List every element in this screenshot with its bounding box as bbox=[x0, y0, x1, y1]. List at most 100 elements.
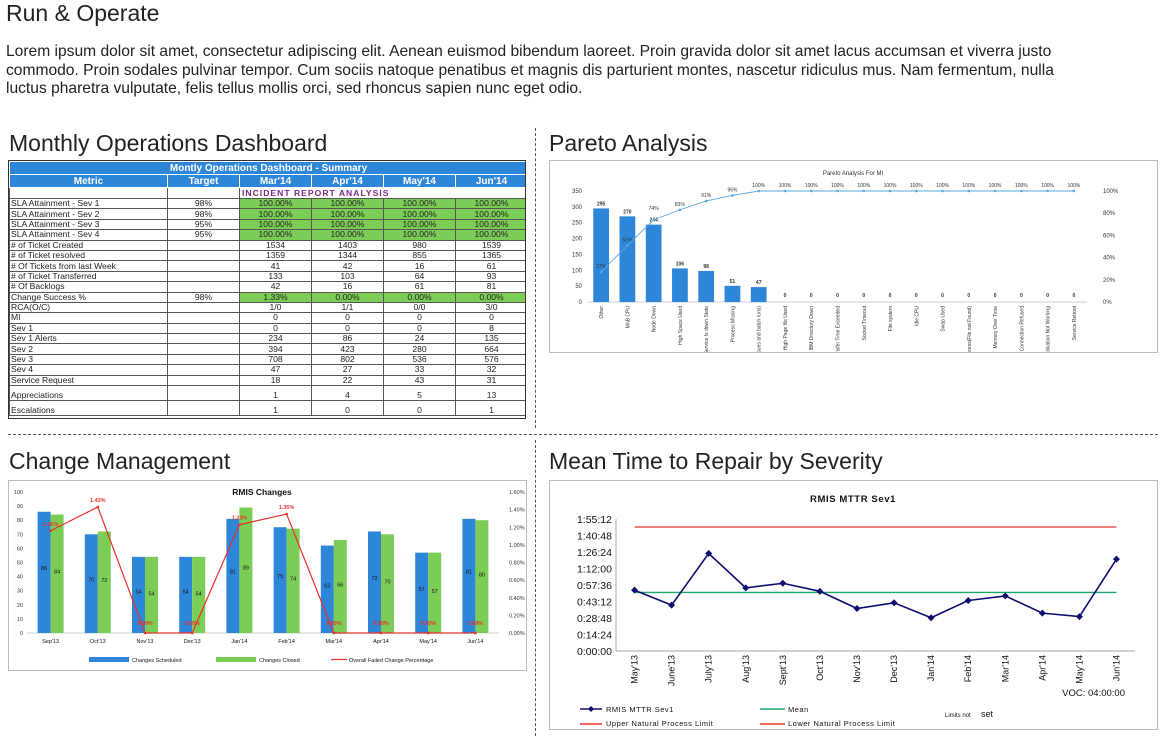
pareto-bar bbox=[593, 208, 610, 302]
failed-pct-point bbox=[143, 631, 147, 635]
failed-pct-point bbox=[96, 505, 99, 509]
table-cell: 0 bbox=[311, 322, 384, 335]
failed-pct-label: 0.00% bbox=[326, 621, 342, 627]
y-tick-label: 50 bbox=[575, 284, 582, 290]
table-cell: 1365 bbox=[454, 249, 525, 262]
column-header: Target bbox=[167, 174, 240, 188]
metric-label: Escalations bbox=[9, 400, 168, 417]
metric-label: SLA Attainment - Sev 3 bbox=[9, 218, 168, 231]
y-tick-label: 1:55:12 bbox=[577, 514, 612, 526]
table-cell: 18 bbox=[239, 374, 312, 387]
y-tick-label: 10 bbox=[17, 617, 23, 623]
y-tick-label: 0 bbox=[20, 631, 23, 637]
table-cell: 0 bbox=[383, 400, 456, 417]
y2-tick-label: 0.00% bbox=[509, 631, 525, 637]
table-cell: 394 bbox=[239, 343, 312, 355]
table-row: SLA Attainment - Sev 3 95% 100.00% 100.00% 1… bbox=[9, 218, 525, 231]
table-cell: 100.00% bbox=[454, 208, 525, 220]
table-cell: 95% bbox=[167, 218, 240, 231]
table-row: SLA Attainment - Sev 2 98% 100.00% 100.00% 1… bbox=[9, 208, 525, 220]
table-cell: 41 bbox=[239, 260, 312, 272]
y2-tick-label: 0.80% bbox=[509, 561, 525, 567]
pareto-bar bbox=[619, 216, 636, 302]
table-cell: 0 bbox=[239, 312, 312, 324]
table-cell: 1534 bbox=[239, 239, 312, 251]
table-cell: 1/0 bbox=[239, 301, 312, 314]
category-label: Dec'13 bbox=[184, 639, 201, 645]
column-header: Mar'14 bbox=[239, 174, 312, 188]
table-cell bbox=[167, 374, 240, 387]
column-header: Apr'14 bbox=[311, 174, 384, 188]
y-tick-label: 1:12:00 bbox=[577, 563, 612, 575]
category-label: High Page file Used bbox=[783, 306, 789, 350]
category-label: Service Is down State bbox=[704, 306, 710, 352]
failed-pct-label: 0.00% bbox=[137, 621, 153, 627]
mttr-chart: RMIS MTTR Sev1 0:00:00 0:14:24 0:28:48 0:43:… bbox=[549, 480, 1158, 730]
table-cell: 16 bbox=[383, 260, 456, 272]
category-label: Error in process(File not Found) bbox=[967, 306, 973, 352]
table-cell bbox=[167, 270, 240, 283]
failed-pct-point bbox=[238, 523, 241, 526]
table-cell: 98% bbox=[167, 197, 240, 210]
table-cell: 1 bbox=[454, 400, 525, 417]
table-cell: 27 bbox=[311, 364, 384, 376]
table-cell: 98% bbox=[167, 291, 240, 303]
category-label: Transfer Time Exceeded bbox=[836, 306, 842, 352]
cumulative-label: 74% bbox=[649, 206, 660, 212]
mttr-line bbox=[634, 552, 1118, 619]
table-cell: 13 bbox=[454, 385, 525, 402]
table-cell: 802 bbox=[311, 353, 384, 366]
bar-value-label: 98 bbox=[703, 264, 709, 270]
table-cell: 100.00% bbox=[311, 229, 384, 241]
table-cell: 0 bbox=[239, 322, 312, 335]
scheduled-value: 81 bbox=[466, 570, 472, 576]
legend-closed: Changes Closed bbox=[259, 658, 300, 664]
category-label: May'13 bbox=[630, 655, 640, 684]
bar-value-label: 0 bbox=[915, 293, 918, 299]
table-row: Escalations 1 0 0 1 bbox=[9, 400, 525, 417]
divider-horizontal bbox=[8, 434, 1158, 435]
table-cell: 100.00% bbox=[383, 208, 456, 220]
category-label: Aug'13 bbox=[741, 655, 751, 683]
table-cell: 0.00% bbox=[311, 291, 384, 303]
closed-value: 74 bbox=[290, 577, 296, 583]
category-label: Sept'13 bbox=[778, 655, 788, 685]
mttr-point bbox=[816, 587, 824, 595]
table-cell: 576 bbox=[454, 353, 525, 366]
scheduled-bar bbox=[368, 531, 381, 633]
closed-value: 54 bbox=[148, 591, 154, 597]
dashboard-title: Montly Operations Dashboard - Summary bbox=[9, 161, 525, 175]
scheduled-value: 54 bbox=[135, 589, 141, 595]
cumulative-point bbox=[599, 270, 603, 274]
section-title-pareto: Pareto Analysis bbox=[549, 130, 708, 156]
category-label: Mar'14 bbox=[325, 639, 342, 645]
table-cell: 47 bbox=[239, 364, 312, 376]
scheduled-value: 57 bbox=[419, 587, 425, 593]
category-label: Service Reboot bbox=[1072, 305, 1078, 340]
metric-label: # Of Backlogs bbox=[9, 281, 168, 293]
table-cell: 708 bbox=[239, 353, 312, 366]
table-row: # Of Backlogs 42 16 61 81 bbox=[9, 281, 525, 293]
cumulative-point bbox=[862, 189, 866, 193]
table-cell bbox=[167, 301, 240, 314]
y-tick-label: 70 bbox=[17, 532, 23, 538]
scheduled-value: 81 bbox=[230, 570, 236, 576]
table-cell bbox=[167, 322, 240, 335]
category-label: Oct'13 bbox=[90, 639, 106, 645]
bar-value-label: 0 bbox=[941, 293, 944, 299]
table-row: Sev 1 Alerts 234 86 24 135 bbox=[9, 333, 525, 345]
section-title-dashboard: Monthly Operations Dashboard bbox=[9, 130, 328, 156]
table-row: # Of Tickets from last Week 41 42 16 61 bbox=[9, 260, 525, 272]
metric-label: SLA Attainment - Sev 1 bbox=[9, 197, 168, 210]
bar-value-label: 0 bbox=[862, 293, 865, 299]
column-header: May'14 bbox=[383, 174, 456, 188]
y-tick-label: 0:14:24 bbox=[577, 629, 612, 641]
category-label: Nov'13 bbox=[852, 655, 862, 683]
y-tick-label: 0:57:36 bbox=[577, 580, 612, 592]
failed-pct-point bbox=[474, 631, 477, 635]
table-cell bbox=[167, 385, 240, 402]
y-tick-label: 40 bbox=[17, 575, 23, 581]
failed-pct-label: 0.00% bbox=[184, 621, 200, 627]
metric-label: Sev 3 bbox=[9, 353, 168, 366]
bar-value-label: 0 bbox=[836, 293, 839, 299]
